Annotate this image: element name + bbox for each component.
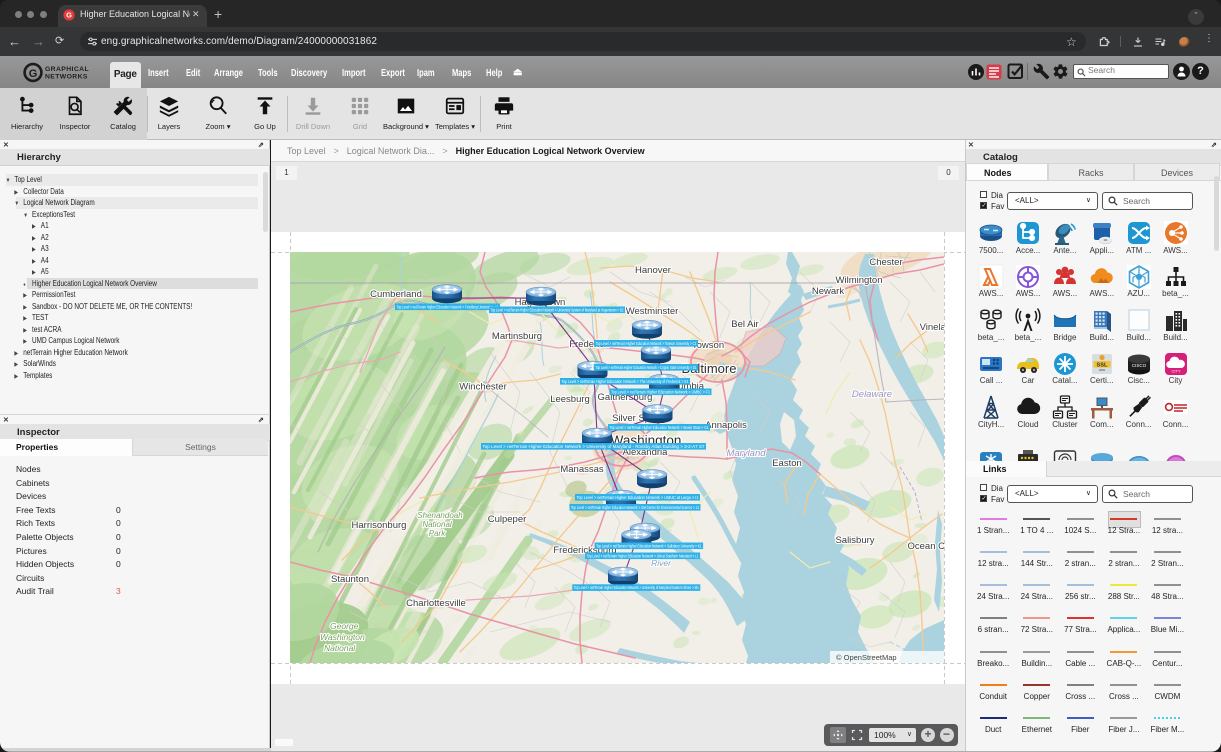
svg-text:Culpeper: Culpeper [488, 514, 527, 525]
svg-text:Wilmington: Wilmington [836, 275, 883, 286]
svg-text:Charlottesville: Charlottesville [406, 598, 466, 609]
svg-text:Top Level > netTerrain Higher: Top Level > netTerrain Higher Education … [491, 307, 624, 312]
svg-text:Top Level > netTerrain Higher: Top Level > netTerrain Higher Education … [483, 444, 705, 449]
svg-text:G: G [66, 11, 72, 20]
svg-text:Ocean City: Ocean City [908, 541, 945, 552]
svg-text:Martinsburg: Martinsburg [492, 331, 542, 342]
svg-text:Newark: Newark [812, 286, 844, 297]
svg-text:River: River [651, 558, 672, 568]
svg-text:GRAPHICAL: GRAPHICAL [45, 66, 89, 73]
svg-text:Top Level > netTerrain Higher: Top Level > netTerrain Higher Education … [596, 341, 697, 346]
svg-text:Maryland: Maryland [726, 448, 766, 459]
svg-text:Easton: Easton [772, 458, 802, 469]
svg-text:Annapolis: Annapolis [705, 420, 747, 431]
svg-text:Westminster: Westminster [626, 306, 679, 317]
svg-text:Chester: Chester [869, 257, 902, 268]
svg-text:Cumberland: Cumberland [370, 289, 422, 300]
svg-text:George: George [330, 621, 359, 631]
svg-text:G: G [29, 68, 38, 80]
svg-text:Washington: Washington [320, 632, 365, 642]
svg-text:SSL: SSL [1096, 362, 1107, 368]
svg-text:Top Level > netTerrain Higher: Top Level > netTerrain Higher Education … [587, 553, 699, 558]
svg-text:Delaware: Delaware [852, 389, 892, 400]
svg-text:Leesburg: Leesburg [550, 394, 590, 405]
svg-text:Staunton: Staunton [331, 574, 369, 585]
svg-text:Bel Air: Bel Air [731, 319, 758, 330]
svg-text:Park: Park [429, 529, 446, 538]
svg-text:NETWORKS: NETWORKS [45, 74, 88, 81]
svg-text:© OpenStreetMap: © OpenStreetMap [836, 653, 897, 662]
svg-text:Top Level > netTerrain Higher: Top Level > netTerrain Higher Education … [596, 543, 702, 548]
svg-text:National: National [324, 643, 356, 653]
svg-text:Shenandoah: Shenandoah [417, 511, 463, 520]
svg-text:National: National [422, 520, 452, 529]
svg-text:CITY: CITY [1171, 368, 1180, 373]
svg-text:Hanover: Hanover [635, 265, 671, 276]
svg-text:Top Level > netTerrain Higher: Top Level > netTerrain Higher Education … [562, 379, 689, 384]
svg-text:Winchester: Winchester [459, 382, 507, 393]
svg-text:Manassas: Manassas [560, 464, 604, 475]
svg-text:CISCO: CISCO [1131, 363, 1146, 368]
svg-text:Top Level > netTerrain Higher: Top Level > netTerrain Higher Education … [577, 495, 699, 500]
svg-text:Top Level > netTerrain Higher: Top Level > netTerrain Higher Education … [571, 505, 699, 510]
svg-text:Top Level > netTerrain Higher: Top Level > netTerrain Higher Education … [610, 425, 709, 430]
svg-text:Vineland: Vineland [920, 322, 944, 333]
svg-text:Salisbury: Salisbury [835, 535, 874, 546]
svg-text:Top Level > netTerrain Higher: Top Level > netTerrain Higher Education … [596, 365, 697, 370]
svg-text:Top Level > netTerrain Higher: Top Level > netTerrain Higher Education … [611, 389, 710, 394]
svg-text:Top Level > netTerrain Higher: Top Level > netTerrain Higher Education … [397, 304, 499, 309]
svg-text:Harrisonburg: Harrisonburg [352, 520, 407, 531]
svg-text:Top Level > netTerrain Higher: Top Level > netTerrain Higher Education … [574, 585, 699, 590]
